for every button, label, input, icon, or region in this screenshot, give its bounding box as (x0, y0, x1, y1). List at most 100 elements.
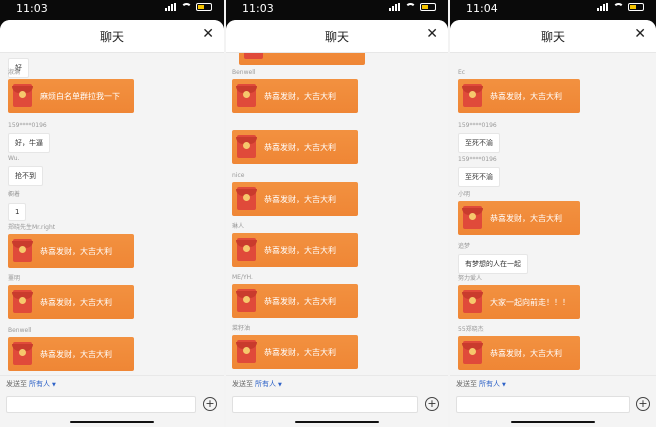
message-item (239, 53, 365, 65)
red-packet[interactable]: 恭喜发财，大吉大利 (8, 285, 134, 319)
chat-header: 聊天 ✕ (0, 20, 224, 53)
red-envelope-icon (462, 206, 483, 229)
send-to-selector[interactable]: 发送至 所有人 ▼ (456, 379, 506, 389)
red-envelope-icon (12, 239, 33, 262)
close-icon[interactable]: ✕ (634, 27, 646, 41)
message-sender: Benwell (8, 327, 32, 334)
status-bar: 11:03 (0, 0, 224, 20)
status-time: 11:03 (242, 2, 274, 15)
send-to-selector[interactable]: 发送至 所有人 ▼ (232, 379, 282, 389)
message-sender: 郑晓先生Mr.right (8, 224, 56, 231)
send-to-label: 发送至 (6, 380, 27, 388)
message-item: 55郑晓杰 恭喜发财，大吉大利 (458, 326, 580, 370)
text-bubble: 好，牛逼 (8, 133, 50, 153)
status-bar: 11:04 (450, 0, 656, 20)
message-input[interactable] (6, 396, 196, 413)
caret-down-icon[interactable]: ▼ (278, 382, 282, 388)
message-item: 159****0196 至死不渝 (458, 156, 500, 187)
red-envelope-icon (462, 84, 483, 107)
message-item: Ec 恭喜发财，大吉大利 (458, 69, 580, 113)
red-packet-greeting: 麻烦白名单群拉我一下 (40, 92, 120, 101)
composer: 发送至 所有人 ▼ + (450, 375, 656, 427)
chat-header: 聊天 ✕ (450, 20, 656, 53)
add-icon[interactable]: + (636, 397, 650, 411)
message-sender: 努力爱人 (458, 275, 483, 282)
add-icon[interactable]: + (425, 397, 439, 411)
caret-down-icon[interactable]: ▼ (52, 382, 56, 388)
send-to-target[interactable]: 所有人 (29, 380, 50, 388)
signal-icon (165, 3, 177, 11)
red-packet[interactable]: 大家一起向前走！！！ (458, 285, 580, 319)
message-item: 菜籽油 恭喜发财，大吉大利 (232, 325, 358, 369)
red-packet-greeting: 恭喜发财，大吉大利 (40, 350, 112, 359)
red-packet[interactable]: 恭喜发财，大吉大利 (232, 182, 358, 216)
send-to-target[interactable]: 所有人 (479, 380, 500, 388)
message-item: 橱着 1 (8, 191, 27, 221)
text-bubble: 抢不到 (8, 166, 43, 186)
home-indicator (295, 421, 379, 423)
message-sender: 菜籽油 (232, 325, 251, 332)
wifi-icon (613, 3, 624, 11)
battery-icon (628, 3, 644, 11)
red-packet[interactable]: 恭喜发财，大吉大利 (232, 335, 358, 369)
message-sender: 小明 (458, 191, 471, 198)
red-packet-greeting: 大家一起向前走！！！ (490, 298, 570, 307)
red-packet[interactable]: 麻烦白名单群拉我一下 (8, 79, 134, 113)
add-icon[interactable]: + (203, 397, 217, 411)
message-sender: 55郑晓杰 (458, 326, 484, 333)
message-sender (8, 53, 29, 55)
message-list[interactable]: 好 淑满 麻烦白名单群拉我一下 159****0196 好，牛逼 Wu. 抢不到 (0, 53, 224, 376)
red-packet-greeting: 恭喜发财，大吉大利 (264, 348, 336, 357)
red-packet[interactable]: 恭喜发财，大吉大利 (232, 284, 358, 318)
signal-icon (389, 3, 401, 11)
phone-screen-3: 11:04 聊天 ✕ Ec 恭喜发财，大吉大利 159****0196 至死不渝… (450, 0, 656, 427)
red-packet[interactable]: 恭喜发财，大吉大利 (458, 79, 580, 113)
status-icons (597, 3, 644, 11)
red-packet[interactable]: 恭喜发财，大吉大利 (458, 336, 580, 370)
battery-icon (420, 3, 436, 11)
message-list[interactable]: Benwell 恭喜发财，大吉大利 恭喜发财，大吉大利 nice 恭喜发财，大吉… (226, 53, 448, 376)
red-envelope-icon (236, 187, 257, 210)
text-bubble: 至死不渝 (458, 133, 500, 153)
text-bubble: 有梦想的人在一起 (458, 254, 528, 274)
red-packet[interactable]: 恭喜发财，大吉大利 (8, 337, 134, 371)
message-input[interactable] (456, 396, 630, 413)
message-item: Wu. 抢不到 (8, 155, 43, 186)
screenshot-collage: 11:03 聊天 ✕ 好 淑满 麻烦白名单群拉我一下 159****0196 好… (0, 0, 656, 427)
chat-sheet: 聊天 ✕ Benwell 恭喜发财，大吉大利 恭喜发财，大吉大利 nice 恭喜… (226, 20, 448, 427)
red-packet[interactable]: 恭喜发财，大吉大利 (232, 79, 358, 113)
message-sender: Ec (458, 69, 466, 76)
status-time: 11:04 (466, 2, 498, 15)
caret-down-icon[interactable]: ▼ (502, 382, 506, 388)
home-indicator (511, 421, 595, 423)
red-packet[interactable]: 恭喜发财，大吉大利 (458, 201, 580, 235)
red-packet-greeting: 恭喜发财，大吉大利 (40, 298, 112, 307)
message-item: 努力爱人 大家一起向前走！！！ (458, 275, 580, 319)
close-icon[interactable]: ✕ (426, 27, 438, 41)
red-packet-greeting: 恭喜发财，大吉大利 (264, 92, 336, 101)
phone-screen-1: 11:03 聊天 ✕ 好 淑满 麻烦白名单群拉我一下 159****0196 好… (0, 0, 224, 427)
chat-header: 聊天 ✕ (226, 20, 448, 53)
message-item: 淑满 麻烦白名单群拉我一下 (8, 69, 134, 113)
message-item: 小明 恭喜发财，大吉大利 (458, 191, 580, 235)
red-packet[interactable] (239, 53, 365, 65)
message-item: 琳人 恭喜发财，大吉大利 (232, 223, 358, 267)
close-icon[interactable]: ✕ (202, 27, 214, 41)
red-envelope-icon (236, 340, 257, 363)
chat-sheet: 聊天 ✕ Ec 恭喜发财，大吉大利 159****0196 至死不渝 159**… (450, 20, 656, 427)
message-sender: 薹明 (8, 275, 21, 282)
red-envelope-icon (244, 53, 263, 59)
red-packet[interactable]: 恭喜发财，大吉大利 (8, 234, 134, 268)
chat-title: 聊天 (324, 30, 349, 44)
message-input[interactable] (232, 396, 418, 413)
message-item: Benwell 恭喜发财，大吉大利 (232, 69, 358, 113)
red-envelope-icon (12, 84, 33, 107)
red-packet[interactable]: 恭喜发财，大吉大利 (232, 233, 358, 267)
red-envelope-icon (462, 341, 483, 364)
message-sender: Benwell (232, 69, 256, 76)
red-packet[interactable]: 恭喜发财，大吉大利 (232, 130, 358, 164)
message-list[interactable]: Ec 恭喜发财，大吉大利 159****0196 至死不渝 159****019… (450, 53, 656, 376)
send-to-label: 发送至 (456, 380, 477, 388)
send-to-target[interactable]: 所有人 (255, 380, 276, 388)
send-to-selector[interactable]: 发送至 所有人 ▼ (6, 379, 56, 389)
